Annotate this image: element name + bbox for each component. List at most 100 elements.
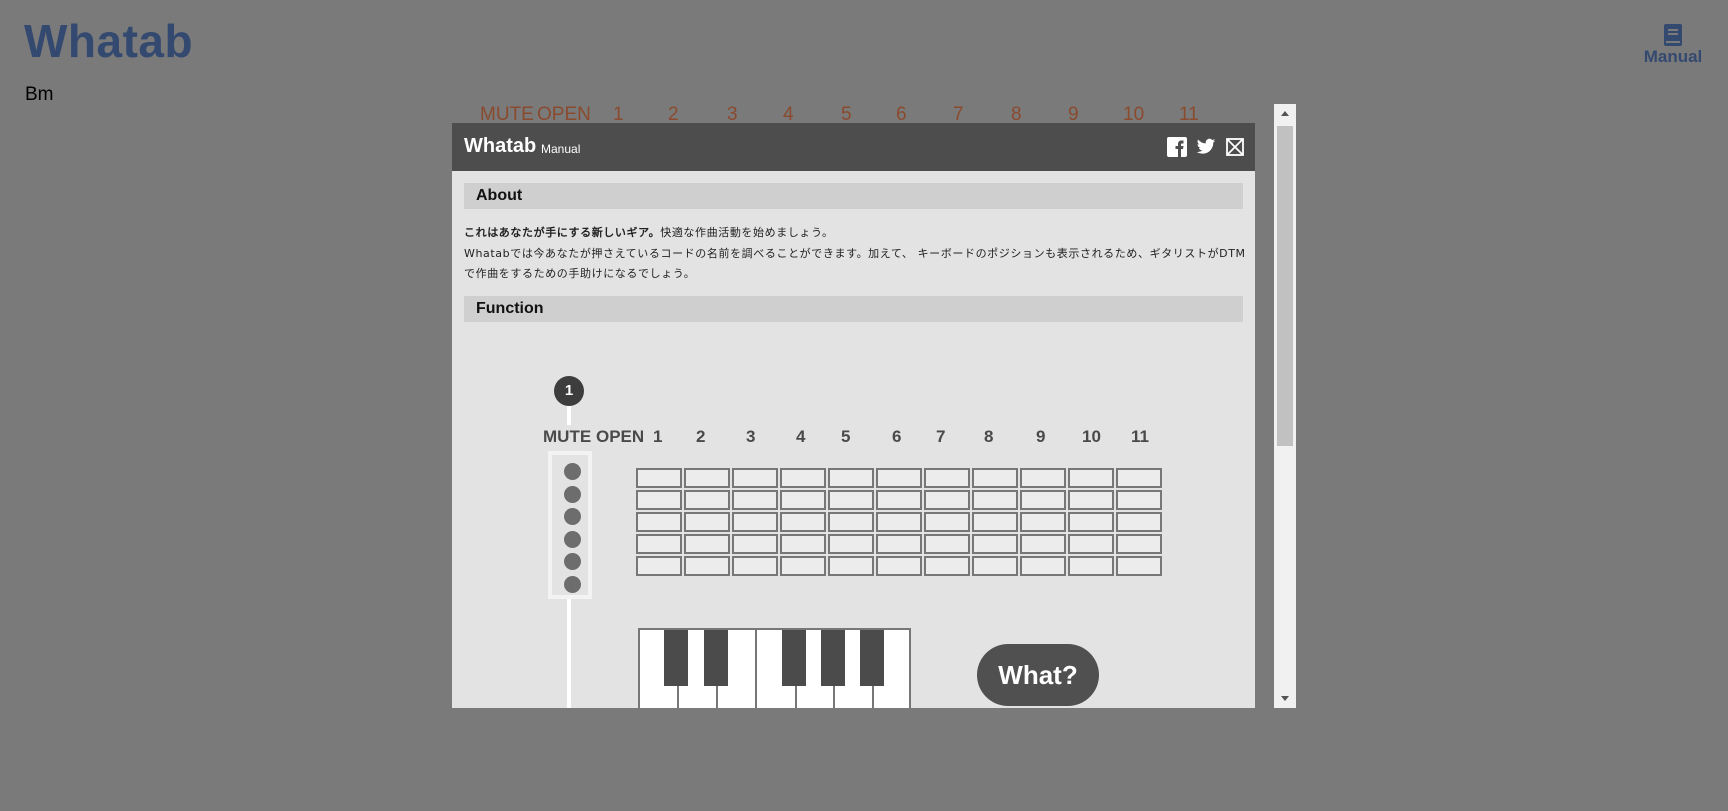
fret-cell[interactable] bbox=[1116, 556, 1162, 576]
mute-dot[interactable] bbox=[564, 485, 581, 503]
fret-cell[interactable] bbox=[1068, 534, 1114, 554]
white-key-divider bbox=[872, 686, 874, 708]
fret-cell[interactable] bbox=[636, 534, 682, 554]
connector-line bbox=[567, 599, 571, 708]
connector-line bbox=[567, 403, 571, 425]
scroll-up-arrow[interactable] bbox=[1274, 104, 1296, 124]
mute-dot[interactable] bbox=[564, 508, 581, 525]
fret-cell[interactable] bbox=[636, 490, 682, 510]
fret-label: 5 bbox=[841, 427, 851, 446]
fret-cell[interactable] bbox=[1116, 490, 1162, 510]
app-title: Whatab bbox=[24, 15, 194, 67]
mute-dot[interactable] bbox=[564, 553, 581, 570]
fret-cell[interactable] bbox=[1068, 512, 1114, 532]
fret-cell[interactable] bbox=[1020, 490, 1066, 510]
fret-cell[interactable] bbox=[972, 512, 1018, 532]
fret-cell[interactable] bbox=[876, 490, 922, 510]
fret-cell[interactable] bbox=[972, 490, 1018, 510]
white-key-divider bbox=[755, 630, 757, 708]
fret-cell[interactable] bbox=[972, 556, 1018, 576]
fret-label: 2 bbox=[696, 427, 706, 446]
fret-cell[interactable] bbox=[684, 512, 730, 532]
fret-label: 9 bbox=[1036, 427, 1046, 446]
close-icon[interactable] bbox=[1225, 137, 1245, 157]
fret-cell[interactable] bbox=[924, 534, 970, 554]
white-key-divider bbox=[716, 686, 718, 708]
fret-cell[interactable] bbox=[1068, 468, 1114, 488]
book-icon bbox=[1664, 24, 1682, 46]
black-key bbox=[704, 630, 728, 686]
fret-cell[interactable] bbox=[1116, 468, 1162, 488]
black-key bbox=[664, 630, 688, 686]
fret-cell[interactable] bbox=[732, 534, 778, 554]
fret-cell[interactable] bbox=[732, 512, 778, 532]
mute-dot[interactable] bbox=[564, 463, 581, 480]
mute-dot[interactable] bbox=[564, 575, 581, 593]
fret-cell[interactable] bbox=[1020, 468, 1066, 488]
fret-cell[interactable] bbox=[1116, 534, 1162, 554]
fret-cell[interactable] bbox=[828, 512, 874, 532]
fret-cell[interactable] bbox=[780, 468, 826, 488]
fret-cell[interactable] bbox=[780, 534, 826, 554]
black-key bbox=[821, 630, 845, 686]
piano-keyboard bbox=[638, 628, 911, 708]
fret-label: 1 bbox=[653, 427, 663, 446]
scrollbar[interactable] bbox=[1274, 104, 1296, 708]
what-button[interactable]: What? bbox=[977, 644, 1099, 706]
mute-column bbox=[548, 451, 592, 599]
fret-cell[interactable] bbox=[972, 534, 1018, 554]
black-key bbox=[782, 630, 806, 686]
fret-cell[interactable] bbox=[1020, 556, 1066, 576]
fret-cell[interactable] bbox=[1116, 512, 1162, 532]
fret-label: 7 bbox=[936, 427, 946, 446]
chord-name: Bm bbox=[25, 84, 54, 105]
fret-cell[interactable] bbox=[684, 490, 730, 510]
black-key bbox=[860, 630, 884, 686]
fret-cell[interactable] bbox=[828, 490, 874, 510]
facebook-icon[interactable] bbox=[1167, 137, 1187, 157]
fret-cell[interactable] bbox=[924, 556, 970, 576]
modal-title: Whatab bbox=[464, 135, 537, 157]
white-key-divider bbox=[677, 686, 679, 708]
fret-cell[interactable] bbox=[636, 468, 682, 488]
manual-button[interactable]: Manual bbox=[1641, 24, 1705, 67]
white-key-divider bbox=[833, 686, 835, 708]
fret-cell[interactable] bbox=[684, 534, 730, 554]
fret-cell[interactable] bbox=[780, 556, 826, 576]
fret-cell[interactable] bbox=[1068, 490, 1114, 510]
fret-cell[interactable] bbox=[828, 534, 874, 554]
fret-cell[interactable] bbox=[972, 468, 1018, 488]
fret-cell[interactable] bbox=[636, 556, 682, 576]
fret-cell[interactable] bbox=[636, 512, 682, 532]
fret-cell[interactable] bbox=[780, 512, 826, 532]
fret-cell[interactable] bbox=[1020, 534, 1066, 554]
fret-cell[interactable] bbox=[924, 490, 970, 510]
fret-cell[interactable] bbox=[684, 468, 730, 488]
fret-cell[interactable] bbox=[780, 490, 826, 510]
manual-label: Manual bbox=[1643, 47, 1703, 66]
mute-dot[interactable] bbox=[564, 530, 581, 548]
fret-cell[interactable] bbox=[924, 468, 970, 488]
fret-cell[interactable] bbox=[684, 556, 730, 576]
fret-cell[interactable] bbox=[828, 556, 874, 576]
fret-cell[interactable] bbox=[732, 556, 778, 576]
fret-cell[interactable] bbox=[876, 468, 922, 488]
fret-cell[interactable] bbox=[876, 512, 922, 532]
fret-cell[interactable] bbox=[732, 490, 778, 510]
fret-cell[interactable] bbox=[1068, 556, 1114, 576]
fret-cell[interactable] bbox=[732, 468, 778, 488]
fret-cell[interactable] bbox=[1020, 512, 1066, 532]
scrollbar-thumb[interactable] bbox=[1277, 126, 1293, 446]
fret-label: 10 bbox=[1082, 427, 1101, 446]
white-key-divider bbox=[795, 686, 797, 708]
twitter-icon[interactable] bbox=[1196, 137, 1216, 157]
fret-label: 11 bbox=[1131, 427, 1149, 446]
fret-cell[interactable] bbox=[828, 468, 874, 488]
scroll-down-arrow[interactable] bbox=[1274, 688, 1296, 708]
modal-subtitle: Manual bbox=[541, 142, 581, 156]
fret-cell[interactable] bbox=[876, 556, 922, 576]
fret-grid bbox=[636, 468, 1162, 576]
fret-cell[interactable] bbox=[876, 534, 922, 554]
fret-cell[interactable] bbox=[924, 512, 970, 532]
about-lead-rest: 快適な作曲活動を始めましょう。 bbox=[660, 226, 834, 239]
